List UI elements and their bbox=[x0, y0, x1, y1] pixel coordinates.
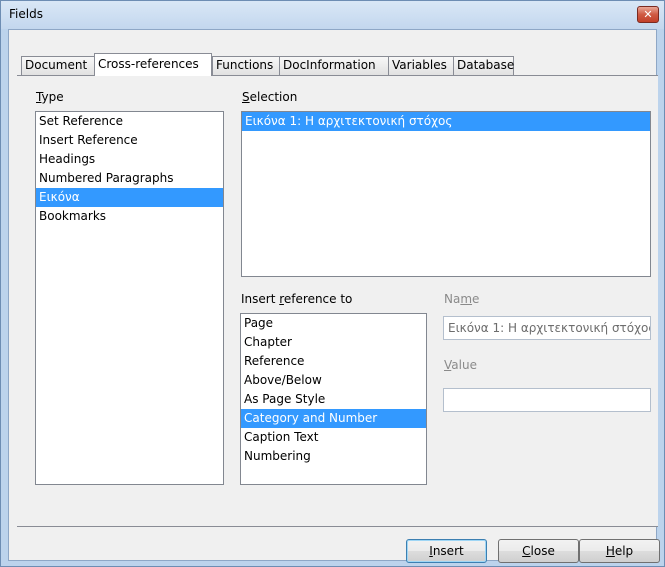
list-item[interactable]: Bookmarks bbox=[36, 207, 223, 226]
tab-label: Variables bbox=[392, 58, 447, 72]
tab-label: Document bbox=[25, 58, 88, 72]
tab-label: Cross-references bbox=[98, 57, 199, 71]
tab-cross-references[interactable]: Cross-references bbox=[94, 53, 212, 76]
tab-docinformation[interactable]: DocInformation bbox=[279, 56, 389, 75]
list-item-selected[interactable]: Εικόνα bbox=[36, 188, 223, 207]
close-button[interactable]: Close bbox=[498, 539, 579, 563]
list-item[interactable]: Caption Text bbox=[241, 428, 426, 447]
insert-button[interactable]: Insert bbox=[406, 539, 487, 563]
list-item-selected[interactable]: Category and Number bbox=[241, 409, 426, 428]
list-item[interactable]: As Page Style bbox=[241, 390, 426, 409]
list-item[interactable]: Insert Reference bbox=[36, 131, 223, 150]
fields-dialog: Fields ✕ Document Cross-references Funct… bbox=[0, 0, 665, 567]
title-bar[interactable]: Fields ✕ bbox=[1, 1, 664, 29]
list-item[interactable]: Reference bbox=[241, 352, 426, 371]
list-item[interactable]: Set Reference bbox=[36, 112, 223, 131]
list-item[interactable]: Chapter bbox=[241, 333, 426, 352]
selection-label: Selection bbox=[242, 90, 298, 104]
name-field[interactable]: Εικόνα 1: Η αρχιτεκτονική στόχος bbox=[443, 316, 651, 340]
list-item-selected[interactable]: Εικόνα 1: Η αρχιτεκτονική στόχος bbox=[242, 112, 650, 131]
name-label: Name bbox=[444, 292, 480, 306]
type-listbox[interactable]: Set Reference Insert Reference Headings … bbox=[35, 111, 224, 485]
tab-functions[interactable]: Functions bbox=[212, 56, 280, 75]
list-item[interactable]: Numbered Paragraphs bbox=[36, 169, 223, 188]
close-icon: ✕ bbox=[643, 8, 653, 21]
dialog-content: Document Cross-references Functions DocI… bbox=[8, 29, 658, 561]
tab-label: DocInformation bbox=[283, 58, 376, 72]
selection-listbox[interactable]: Εικόνα 1: Η αρχιτεκτονική στόχος bbox=[241, 111, 651, 277]
value-field[interactable] bbox=[443, 388, 651, 412]
list-item[interactable]: Page bbox=[241, 314, 426, 333]
close-window-button[interactable]: ✕ bbox=[637, 6, 659, 23]
tab-database[interactable]: Database bbox=[453, 56, 514, 75]
tab-label: Database bbox=[457, 58, 515, 72]
list-item[interactable]: Above/Below bbox=[241, 371, 426, 390]
insert-reference-label: Insert reference to bbox=[241, 292, 353, 306]
tab-label: Functions bbox=[216, 58, 274, 72]
help-button[interactable]: Help bbox=[579, 539, 660, 563]
window-title: Fields bbox=[9, 7, 43, 21]
list-item[interactable]: Numbering bbox=[241, 447, 426, 466]
list-item[interactable]: Headings bbox=[36, 150, 223, 169]
insert-reference-listbox[interactable]: Page Chapter Reference Above/Below As Pa… bbox=[240, 313, 427, 485]
tab-document[interactable]: Document bbox=[21, 56, 95, 75]
tab-variables[interactable]: Variables bbox=[388, 56, 454, 75]
type-label: Type bbox=[36, 90, 64, 104]
value-label: Value bbox=[444, 358, 477, 372]
